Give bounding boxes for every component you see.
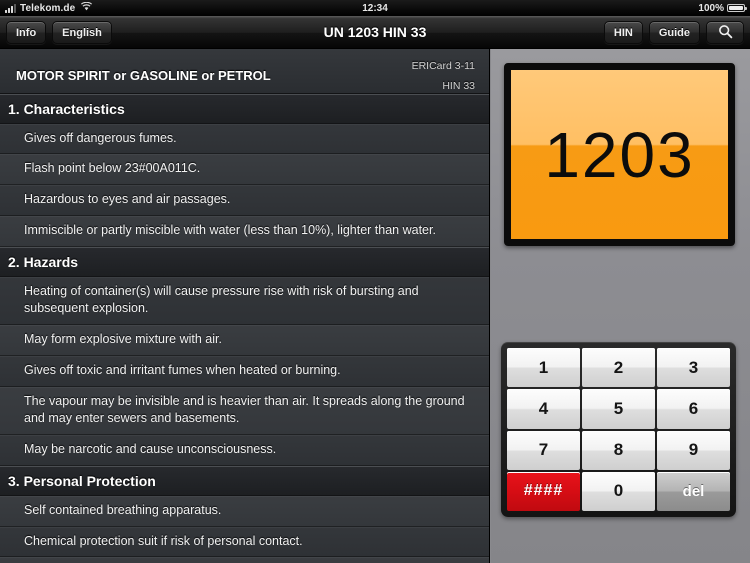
keypad-key-6[interactable]: 6 [657, 389, 730, 429]
content-row[interactable]: Immiscible or partly miscible with water… [0, 215, 489, 247]
ericard-content-panel[interactable]: ERICard 3-11 HIN 33 MOTOR SPIRIT or GASO… [0, 49, 490, 563]
keypad-key-8[interactable]: 8 [582, 430, 655, 470]
info-button[interactable]: Info [6, 21, 47, 44]
content-row[interactable]: The vapour may be invisible and is heavi… [0, 386, 489, 436]
section-header: 2. Hazards [0, 246, 489, 277]
search-button[interactable] [706, 21, 744, 44]
content-row[interactable]: Hazardous to eyes and air passages. [0, 185, 489, 216]
keypad-key-del[interactable]: del [657, 471, 730, 511]
content-row[interactable]: Flash point below 23#00A011C. [0, 154, 489, 186]
keypad-key-2[interactable]: 2 [582, 348, 655, 388]
content-row[interactable]: May be narcotic and cause unconsciousnes… [0, 435, 489, 466]
card-meta: ERICard 3-11 HIN 33 [412, 57, 475, 97]
content-row[interactable]: Self contained breathing apparatus. [0, 495, 489, 527]
search-icon [718, 24, 733, 42]
keypad-key-3[interactable]: 3 [657, 348, 730, 388]
battery-icon [727, 4, 747, 12]
keypad-grid: 1 2 3 4 5 6 7 8 9 #### 0 del [507, 348, 730, 511]
placard-plate: 1203 [504, 63, 735, 246]
sections-list: 1. Characteristics Gives off dangerous fu… [0, 93, 489, 563]
ericard-number: ERICard 3-11 [411, 60, 475, 72]
content-row[interactable]: Heating of container(s) will cause press… [0, 276, 489, 326]
keypad-key-7[interactable]: 7 [507, 430, 580, 470]
navigation-bar: Info English UN 1203 HIN 33 HIN Guide [0, 16, 750, 49]
navigation-left-group: Info English [6, 21, 112, 44]
substance-name: MOTOR SPIRIT or GASOLINE or PETROL [16, 68, 271, 83]
content-row[interactable]: Gives off toxic and irritant fumes when … [0, 355, 489, 387]
hin-number: HIN 33 [442, 79, 475, 92]
keypad-key-0[interactable]: 0 [582, 471, 655, 511]
navigation-right-group: HIN Guide [603, 21, 744, 44]
section-header: 3. Personal Protection [0, 465, 489, 496]
numeric-keypad[interactable]: 1 2 3 4 5 6 7 8 9 #### 0 del [501, 342, 736, 517]
hazard-placard[interactable]: 1203 [504, 63, 735, 246]
app-root: Telekom.de 12:34 100% Info English UN 12… [0, 0, 750, 563]
battery-percent-label: 100% [698, 2, 724, 14]
keypad-key-1[interactable]: 1 [507, 348, 580, 388]
content-row[interactable]: May form explosive mixture with air. [0, 325, 489, 356]
sidebar-panel: 1203 1 2 3 4 5 6 7 8 9 #### 0 del [491, 49, 750, 563]
section-header: 1. Characteristics [0, 93, 489, 124]
hin-button[interactable]: HIN [603, 21, 643, 44]
content-row[interactable]: Gives off dangerous fumes. [0, 123, 489, 155]
content-row[interactable]: Chemical protection suit if risk of pers… [0, 526, 489, 558]
status-bar-right: 100% [698, 2, 747, 14]
clock-label: 12:34 [362, 2, 388, 14]
keypad-key-5[interactable]: 5 [582, 389, 655, 429]
status-bar: Telekom.de 12:34 100% [0, 0, 750, 16]
keypad-key-9[interactable]: 9 [657, 430, 730, 470]
keypad-key-4[interactable]: 4 [507, 389, 580, 429]
un-number-label: 1203 [544, 118, 695, 191]
guide-button[interactable]: Guide [648, 21, 700, 44]
card-header: ERICard 3-11 HIN 33 MOTOR SPIRIT or GASO… [0, 49, 489, 94]
keypad-key-hash[interactable]: #### [507, 471, 580, 511]
language-button[interactable]: English [52, 21, 112, 44]
content-row[interactable]: Consider wearing standard fire fighting … [0, 557, 489, 563]
body-area: ERICard 3-11 HIN 33 MOTOR SPIRIT or GASO… [0, 49, 750, 563]
